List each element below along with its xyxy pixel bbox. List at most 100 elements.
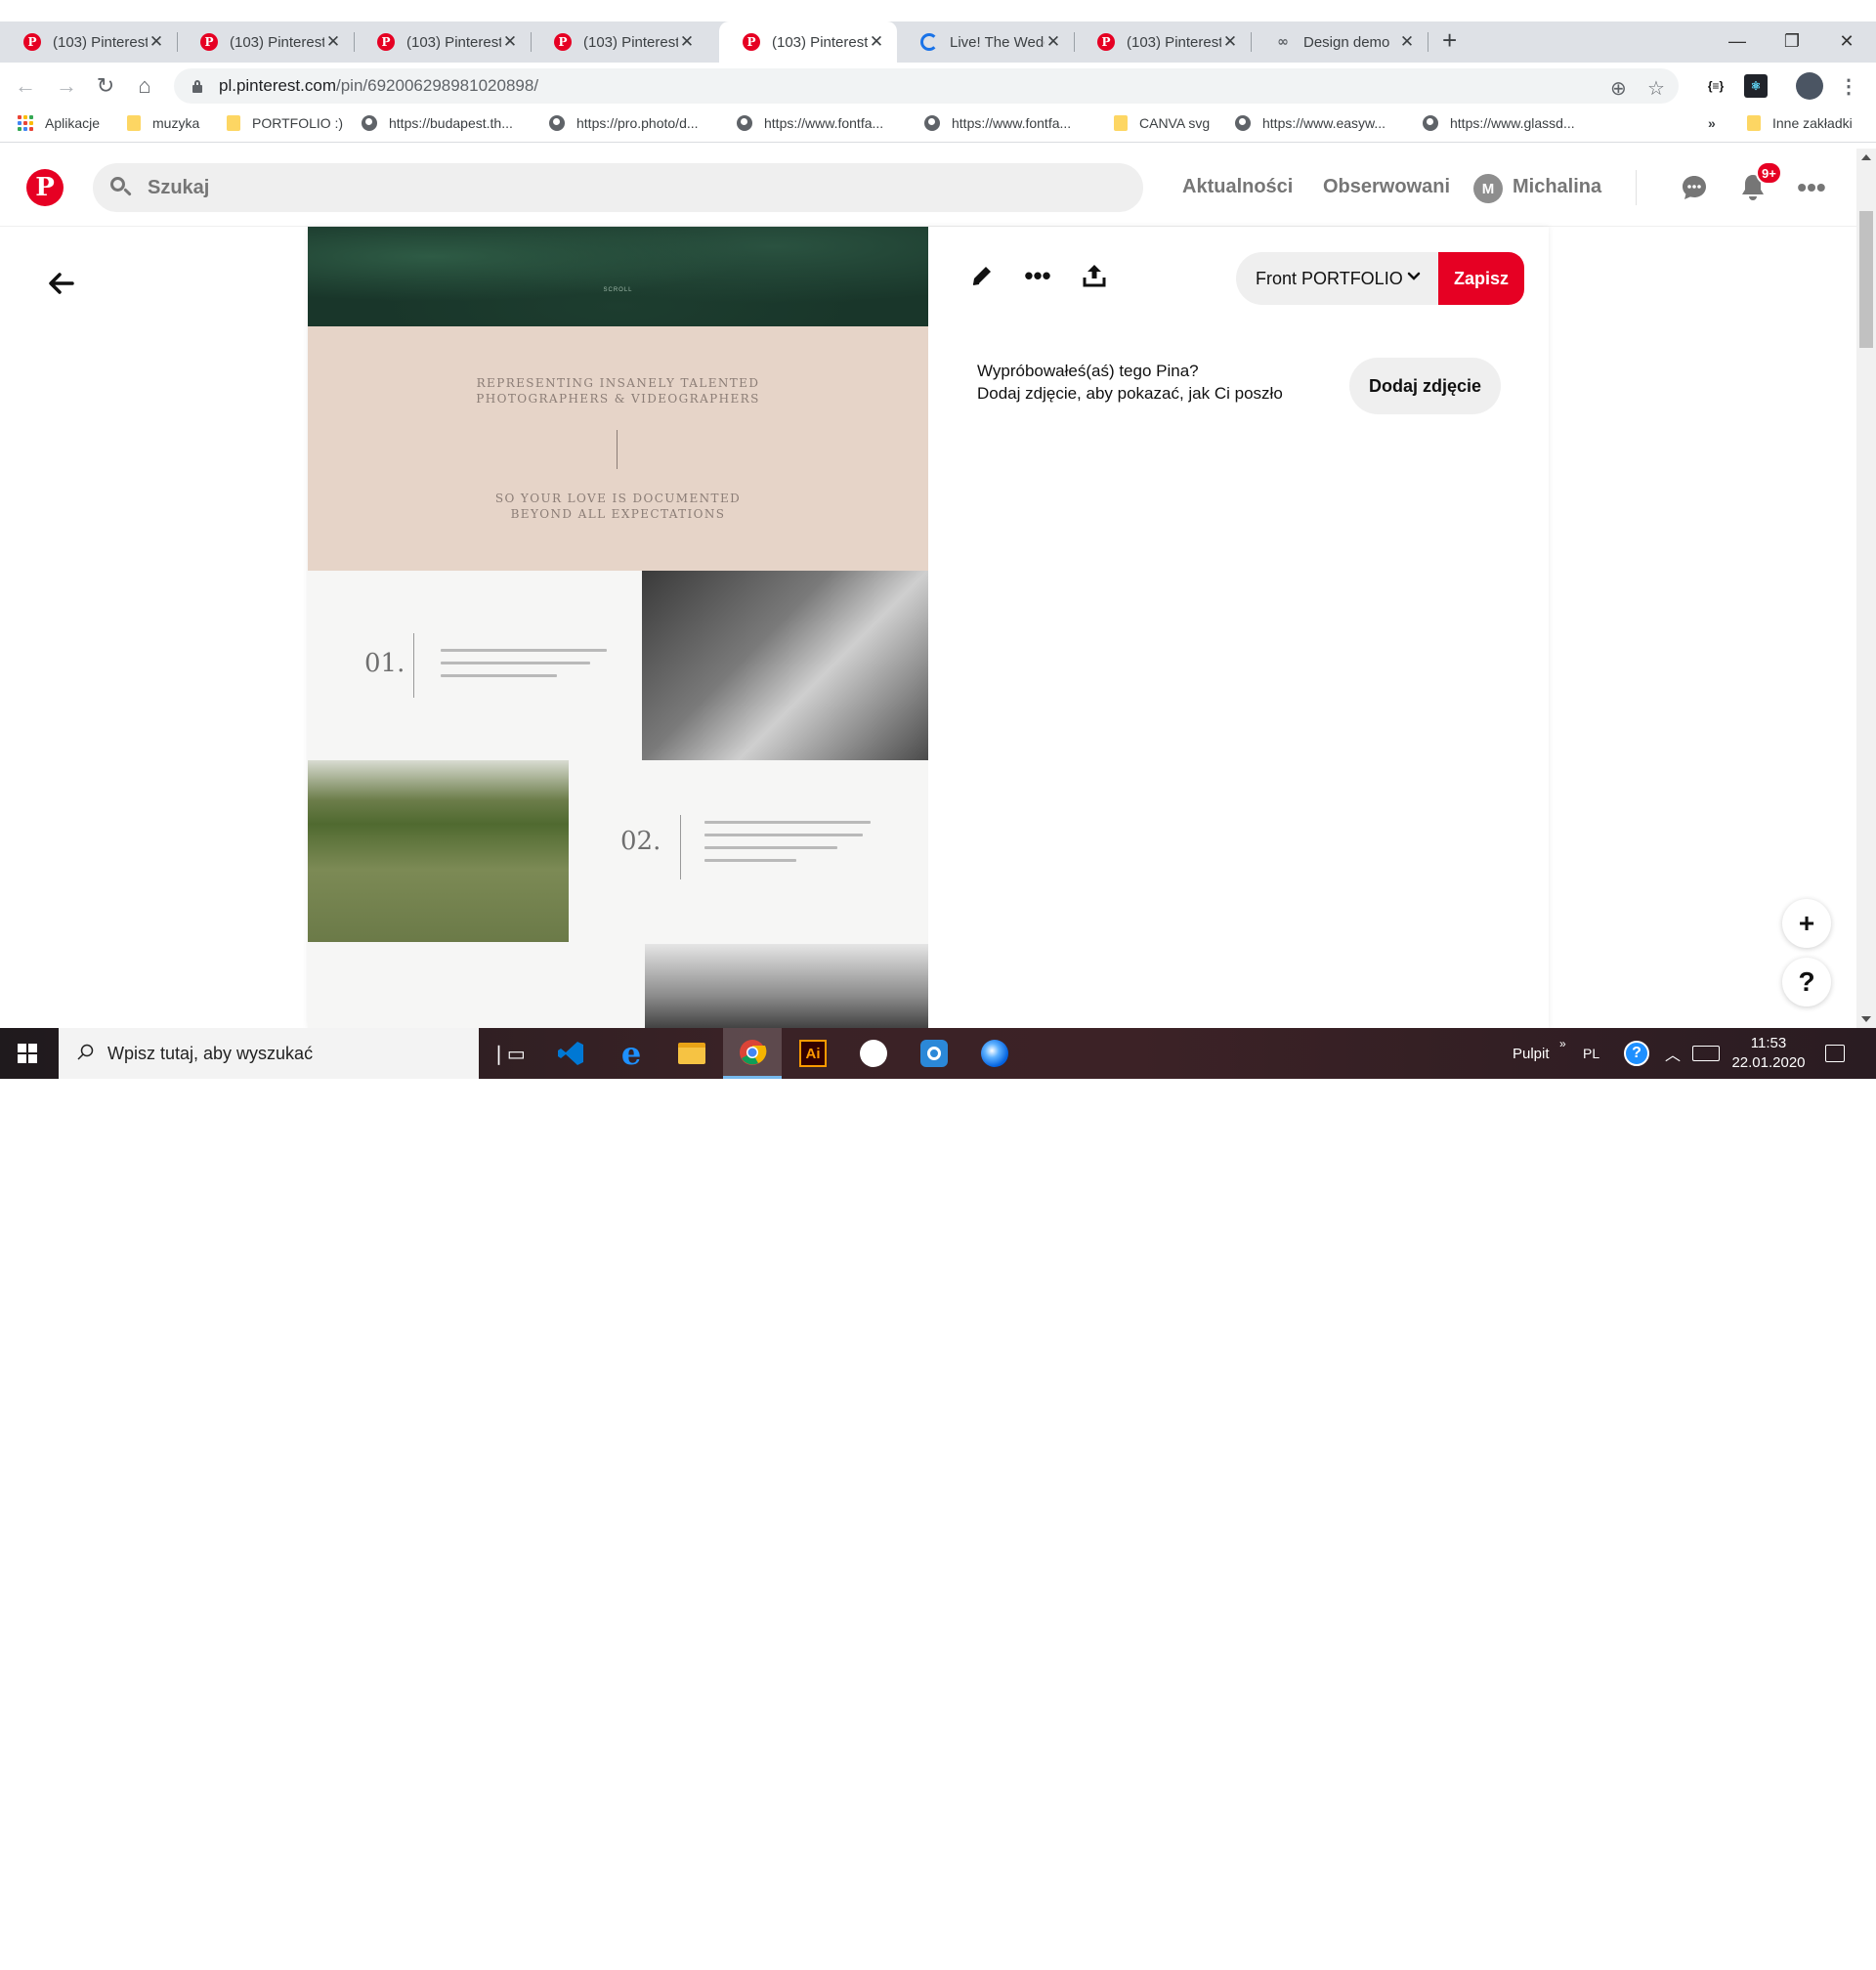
image-step-text bbox=[704, 821, 871, 872]
chrome-menu-icon[interactable]: ⋮ bbox=[1839, 74, 1858, 98]
browser-tab[interactable]: Live! The Wedd ✕ bbox=[897, 21, 1075, 63]
keyboard-icon[interactable] bbox=[1692, 1028, 1720, 1079]
tab-title: (103) Pinterest bbox=[583, 33, 678, 51]
forward-button[interactable]: → bbox=[51, 70, 82, 102]
close-icon[interactable]: ✕ bbox=[868, 32, 885, 52]
home-button[interactable]: ⌂ bbox=[129, 70, 160, 102]
close-icon[interactable]: ✕ bbox=[1045, 32, 1062, 52]
bookmark-link[interactable]: https://www.fontfa... bbox=[737, 115, 883, 131]
bookmark-link[interactable]: https://www.easyw... bbox=[1235, 115, 1386, 131]
help-floating-button[interactable]: ? bbox=[1782, 958, 1831, 1006]
help-tray-icon[interactable]: ? bbox=[1624, 1028, 1649, 1079]
system-clock[interactable]: 11:53 22.01.2020 bbox=[1720, 1034, 1817, 1073]
image-text-line: SO YOUR LOVE IS DOCUMENTED bbox=[494, 492, 742, 505]
task-view-icon[interactable]: ❘▭ bbox=[479, 1028, 537, 1079]
address-bar[interactable]: pl.pinterest.com/pin/692006298981020898/… bbox=[174, 68, 1679, 104]
browser-tab[interactable]: P (103) Pinterest ✕ bbox=[177, 21, 355, 63]
show-hidden-icons-chevron-icon[interactable]: ︿ bbox=[1665, 1028, 1681, 1079]
apps-grid-icon bbox=[18, 115, 33, 131]
chrome-icon[interactable] bbox=[723, 1028, 782, 1079]
browser-tab[interactable]: P (103) Pinterest ✕ bbox=[354, 21, 532, 63]
clock-date: 22.01.2020 bbox=[1731, 1054, 1806, 1071]
browser-tab[interactable]: ∞ Design demo ✕ bbox=[1251, 21, 1428, 63]
new-tab-button[interactable]: + bbox=[1442, 25, 1457, 55]
pencil-icon bbox=[972, 267, 991, 285]
pinterest-icon: P bbox=[200, 33, 218, 51]
add-install-icon[interactable]: ⊕ bbox=[1610, 76, 1627, 101]
language-indicator[interactable]: PL bbox=[1583, 1028, 1599, 1079]
pin-image[interactable]: SCROLL REPRESENTING INSANELY TALENTED PH… bbox=[308, 227, 928, 1028]
minimize-button[interactable]: — bbox=[1710, 21, 1765, 61]
bookmark-link[interactable]: https://www.glassd... bbox=[1423, 115, 1575, 131]
browser-tab[interactable]: P (103) Pinterest ✕ bbox=[1074, 21, 1252, 63]
bookmark-link[interactable]: https://www.fontfa... bbox=[924, 115, 1071, 131]
desktop-toolbar-label[interactable]: Pulpit bbox=[1513, 1028, 1550, 1079]
other-bookmarks[interactable]: Inne zakładki bbox=[1747, 115, 1853, 131]
share-button[interactable] bbox=[1075, 256, 1114, 295]
close-icon[interactable]: ✕ bbox=[1221, 32, 1239, 52]
add-floating-button[interactable]: + bbox=[1782, 899, 1831, 948]
close-icon[interactable]: ✕ bbox=[148, 32, 165, 52]
clock-time: 11:53 bbox=[1750, 1035, 1787, 1051]
json-extension-icon[interactable]: {≡} bbox=[1702, 74, 1729, 98]
vscode-icon[interactable] bbox=[541, 1028, 600, 1079]
profile-name[interactable]: Michalina bbox=[1513, 176, 1601, 198]
close-icon[interactable]: ✕ bbox=[324, 32, 342, 52]
scrollbar-thumb[interactable] bbox=[1859, 211, 1873, 348]
illustrator-label: Ai bbox=[799, 1040, 827, 1067]
react-devtools-icon[interactable]: ⚛ bbox=[1744, 74, 1768, 98]
add-photo-button[interactable]: Dodaj zdjęcie bbox=[1349, 358, 1501, 414]
close-window-button[interactable]: ✕ bbox=[1819, 21, 1874, 61]
lock-icon bbox=[192, 80, 203, 93]
tab-title: (103) Pinterest bbox=[772, 33, 868, 51]
more-pin-options-button[interactable]: ••• bbox=[1018, 256, 1057, 295]
windows-start-icon[interactable] bbox=[18, 1044, 37, 1063]
photo-woman-building bbox=[642, 571, 928, 760]
scroll-down-arrow-icon[interactable] bbox=[1861, 1016, 1871, 1022]
tab-title: Live! The Wedd bbox=[950, 33, 1045, 51]
browser-tab[interactable]: P (103) Pinterest ✕ bbox=[531, 21, 707, 63]
save-button[interactable]: Zapisz bbox=[1438, 252, 1524, 305]
scroll-up-arrow-icon[interactable] bbox=[1861, 154, 1871, 160]
back-button[interactable]: ← bbox=[10, 70, 41, 102]
more-options-icon[interactable]: ••• bbox=[1796, 172, 1827, 203]
tray-chevron-icon[interactable]: » bbox=[1559, 1018, 1566, 1069]
photo-couple-field bbox=[308, 760, 569, 942]
bookmark-apps[interactable]: Aplikacje bbox=[18, 115, 100, 131]
bookmark-folder[interactable]: muzyka bbox=[127, 115, 199, 131]
bookmarks-overflow-button[interactable]: » bbox=[1708, 115, 1716, 131]
back-arrow-icon[interactable] bbox=[43, 266, 78, 301]
windows-taskbar: Wpisz tutaj, aby wyszukać ❘▭ e Ai Pulpit… bbox=[0, 1028, 1876, 1079]
edge-icon[interactable]: e bbox=[602, 1028, 661, 1079]
bookmark-folder[interactable]: CANVA svg bbox=[1114, 115, 1210, 131]
bookmark-star-icon[interactable]: ☆ bbox=[1647, 76, 1665, 101]
pinterest-logo[interactable]: P bbox=[26, 169, 64, 206]
bookmark-folder[interactable]: PORTFOLIO :) bbox=[227, 115, 343, 131]
close-icon[interactable]: ✕ bbox=[501, 32, 519, 52]
browser-tab[interactable]: P (103) Pinterest ✕ bbox=[0, 21, 178, 63]
action-center-icon[interactable] bbox=[1825, 1028, 1845, 1079]
page-scrollbar[interactable] bbox=[1856, 149, 1876, 1028]
messages-icon[interactable] bbox=[1679, 172, 1710, 203]
close-icon[interactable]: ✕ bbox=[1398, 32, 1416, 52]
board-select-dropdown[interactable]: Front PORTFOLIO bbox=[1236, 252, 1438, 305]
bookmark-link[interactable]: https://budapest.th... bbox=[362, 115, 513, 131]
avatar[interactable]: M bbox=[1473, 174, 1503, 203]
close-icon[interactable]: ✕ bbox=[678, 32, 696, 52]
illustrator-icon[interactable]: Ai bbox=[784, 1028, 842, 1079]
globe-icon bbox=[1235, 115, 1251, 131]
edit-pin-button[interactable] bbox=[962, 256, 1002, 295]
slack-icon[interactable] bbox=[844, 1028, 903, 1079]
file-explorer-icon[interactable] bbox=[662, 1028, 721, 1079]
firefox-icon[interactable] bbox=[965, 1028, 1024, 1079]
search-input[interactable]: Szukaj bbox=[93, 163, 1143, 212]
bookmark-link[interactable]: https://pro.photo/d... bbox=[549, 115, 699, 131]
nav-home[interactable]: Aktualności bbox=[1182, 176, 1293, 198]
screen-recorder-icon[interactable] bbox=[905, 1028, 963, 1079]
reload-button[interactable]: ↻ bbox=[90, 70, 121, 102]
nav-following[interactable]: Obserwowani bbox=[1323, 176, 1450, 198]
taskbar-search-input[interactable]: Wpisz tutaj, aby wyszukać bbox=[59, 1028, 479, 1079]
browser-tab-active[interactable]: P (103) Pinterest ✕ bbox=[719, 21, 897, 63]
restore-button[interactable]: ❐ bbox=[1765, 21, 1819, 61]
profile-avatar-icon[interactable] bbox=[1796, 72, 1823, 100]
